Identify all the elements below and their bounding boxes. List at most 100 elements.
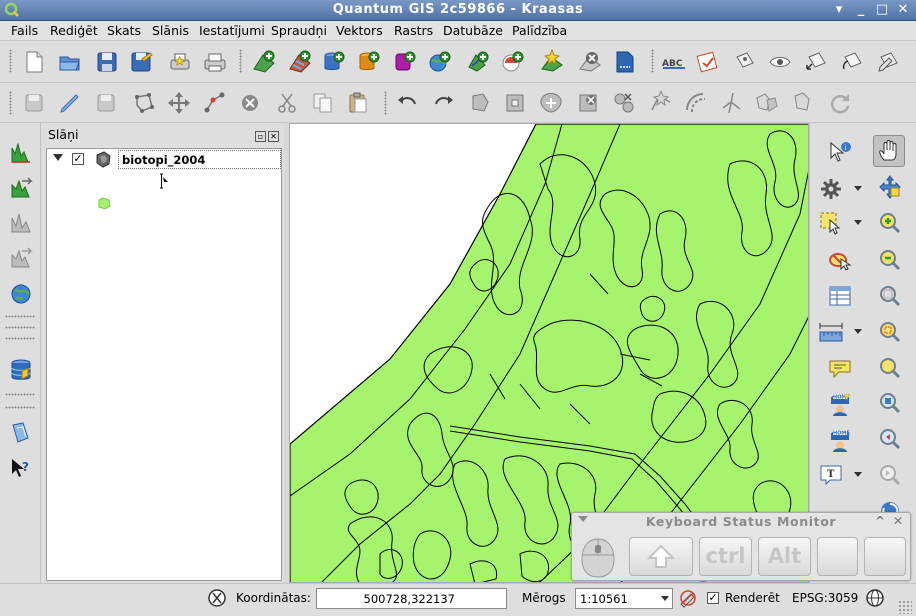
window-menu-button[interactable]: ▾ (830, 2, 848, 19)
label-abc-icon[interactable]: ABC (661, 49, 687, 75)
dropdown-arrow-icon[interactable] (854, 472, 862, 477)
delete-selected-icon[interactable] (237, 90, 263, 116)
toolbar-grip[interactable] (9, 49, 12, 73)
raster-stretch-to-extent-icon[interactable] (8, 175, 34, 201)
add-ring-icon[interactable] (502, 90, 528, 116)
stop-rendering-icon[interactable] (679, 588, 697, 608)
add-feature-icon[interactable] (131, 90, 157, 116)
delete-part-icon[interactable] (611, 90, 637, 116)
zoom-next-icon[interactable] (877, 462, 903, 488)
help-contents-icon[interactable] (8, 420, 34, 446)
measure-line-icon[interactable] (818, 320, 844, 346)
add-wcs-layer-icon[interactable] (465, 49, 491, 75)
maximize-button[interactable]: □ (873, 2, 891, 19)
scale-combobox[interactable]: 1:10561 (575, 588, 673, 609)
pin-labels-icon[interactable] (731, 49, 757, 75)
close-panel-icon[interactable]: ✕ (268, 131, 279, 142)
globe-icon[interactable] (8, 281, 34, 307)
menu-slanis[interactable]: Slānis (152, 23, 189, 38)
mouse-coordinates-toggle-icon[interactable] (207, 587, 227, 609)
current-edits-icon[interactable] (21, 90, 47, 116)
map-tips-icon[interactable] (827, 355, 853, 381)
add-spatialite-layer-icon[interactable] (356, 49, 382, 75)
toolbar-grip[interactable] (5, 406, 35, 409)
minimize-button[interactable]: _ (852, 2, 870, 19)
raster-histogram-stretch-icon[interactable] (8, 140, 34, 166)
change-label-icon[interactable] (875, 49, 901, 75)
show-bookmarks-icon[interactable]: HOME (827, 426, 853, 452)
composer-manager-icon[interactable] (202, 49, 228, 75)
zoom-to-layer-icon[interactable] (877, 355, 903, 381)
add-mssql-layer-icon[interactable] (392, 49, 418, 75)
coordinates-field[interactable]: 500728,322137 (316, 588, 507, 609)
save-as-icon[interactable] (128, 49, 154, 75)
layer-labeling-icon[interactable] (695, 49, 721, 75)
merge-attributes-icon[interactable] (791, 90, 817, 116)
rotate-label-icon[interactable] (839, 49, 865, 75)
menu-redigets[interactable]: Rediģēt (50, 23, 98, 38)
dropdown-arrow-icon[interactable] (854, 186, 862, 191)
merge-features-icon[interactable] (754, 90, 780, 116)
layer-tree[interactable]: ✓ biotopi_2004 (46, 148, 282, 581)
float-panel-icon[interactable]: ▫ (255, 131, 266, 142)
add-wfs-layer-icon[interactable] (500, 49, 526, 75)
pan-to-selection-icon[interactable] (877, 174, 903, 200)
delete-ring-icon[interactable] (575, 90, 601, 116)
identify-features-icon[interactable]: i (827, 139, 853, 165)
toolbar-grip[interactable] (651, 49, 654, 73)
add-raster-layer-icon[interactable] (287, 49, 313, 75)
menu-rastrs[interactable]: Rastrs (394, 23, 433, 38)
zoom-to-selection-icon[interactable] (877, 319, 903, 345)
ksm-collapse-icon[interactable]: ^ (875, 514, 885, 528)
cut-features-icon[interactable] (274, 90, 300, 116)
deselect-features-icon[interactable] (827, 247, 853, 273)
render-checkbox[interactable]: ✓ (707, 592, 719, 604)
zoom-full-icon[interactable] (877, 283, 903, 309)
database-manager-icon[interactable] (8, 357, 34, 383)
select-features-icon[interactable] (818, 210, 844, 236)
new-gpx-layer-icon[interactable] (612, 49, 638, 75)
zoom-last-icon[interactable] (877, 426, 903, 452)
split-features-icon[interactable] (719, 90, 745, 116)
toolbar-grip[interactable] (5, 315, 35, 318)
menu-skats[interactable]: Skats (107, 23, 141, 38)
add-postgis-layer-icon[interactable] (321, 49, 347, 75)
rotate-point-symbols-icon[interactable] (827, 90, 853, 116)
reshape-features-icon[interactable] (648, 89, 674, 116)
layer-name[interactable]: biotopi_2004 (118, 150, 281, 169)
redo-icon[interactable] (431, 90, 457, 116)
menu-vektors[interactable]: Vektors (336, 23, 383, 38)
pan-map-button[interactable] (873, 135, 905, 167)
toolbar-grip[interactable] (9, 91, 12, 115)
show-hide-labels-icon[interactable] (767, 49, 793, 75)
raster-brightness-icon[interactable] (8, 210, 34, 236)
close-button[interactable]: ✕ (894, 2, 912, 19)
remove-layer-icon[interactable] (577, 49, 603, 75)
undo-icon[interactable] (394, 90, 420, 116)
toolbar-grip[interactable] (5, 337, 35, 340)
new-bookmark-icon[interactable]: HOME (827, 390, 853, 416)
copy-features-icon[interactable] (310, 90, 336, 116)
new-project-icon[interactable] (21, 49, 47, 75)
collapse-arrow-icon[interactable] (53, 154, 63, 161)
paste-features-icon[interactable] (345, 90, 371, 116)
save-edits-icon[interactable] (93, 90, 119, 116)
toolbar-grip[interactable] (5, 393, 35, 396)
raster-contrast-icon[interactable] (8, 245, 34, 271)
title-bar[interactable]: Quantum GIS 2c59866 - Kraasas ▾ _ □ ✕ (0, 0, 916, 21)
whats-this-icon[interactable]: ? (8, 455, 34, 481)
dropdown-arrow-icon[interactable] (854, 329, 862, 334)
toggle-editing-icon[interactable] (57, 90, 83, 116)
zoom-out-icon[interactable] (877, 247, 903, 273)
add-wms-layer-icon[interactable] (427, 49, 453, 75)
ksm-close-icon[interactable]: ✕ (893, 514, 903, 528)
menu-fails[interactable]: Fails (11, 23, 38, 38)
layer-visibility-checkbox[interactable]: ✓ (72, 153, 84, 165)
new-shapefile-icon[interactable] (539, 48, 565, 75)
save-project-icon[interactable] (94, 49, 120, 75)
layer-row[interactable]: ✓ biotopi_2004 (47, 149, 281, 171)
zoom-to-native-resolution-icon[interactable] (877, 390, 903, 416)
attribute-table-icon[interactable] (827, 283, 853, 309)
open-project-icon[interactable] (57, 49, 83, 75)
toolbar-grip[interactable] (239, 49, 242, 73)
